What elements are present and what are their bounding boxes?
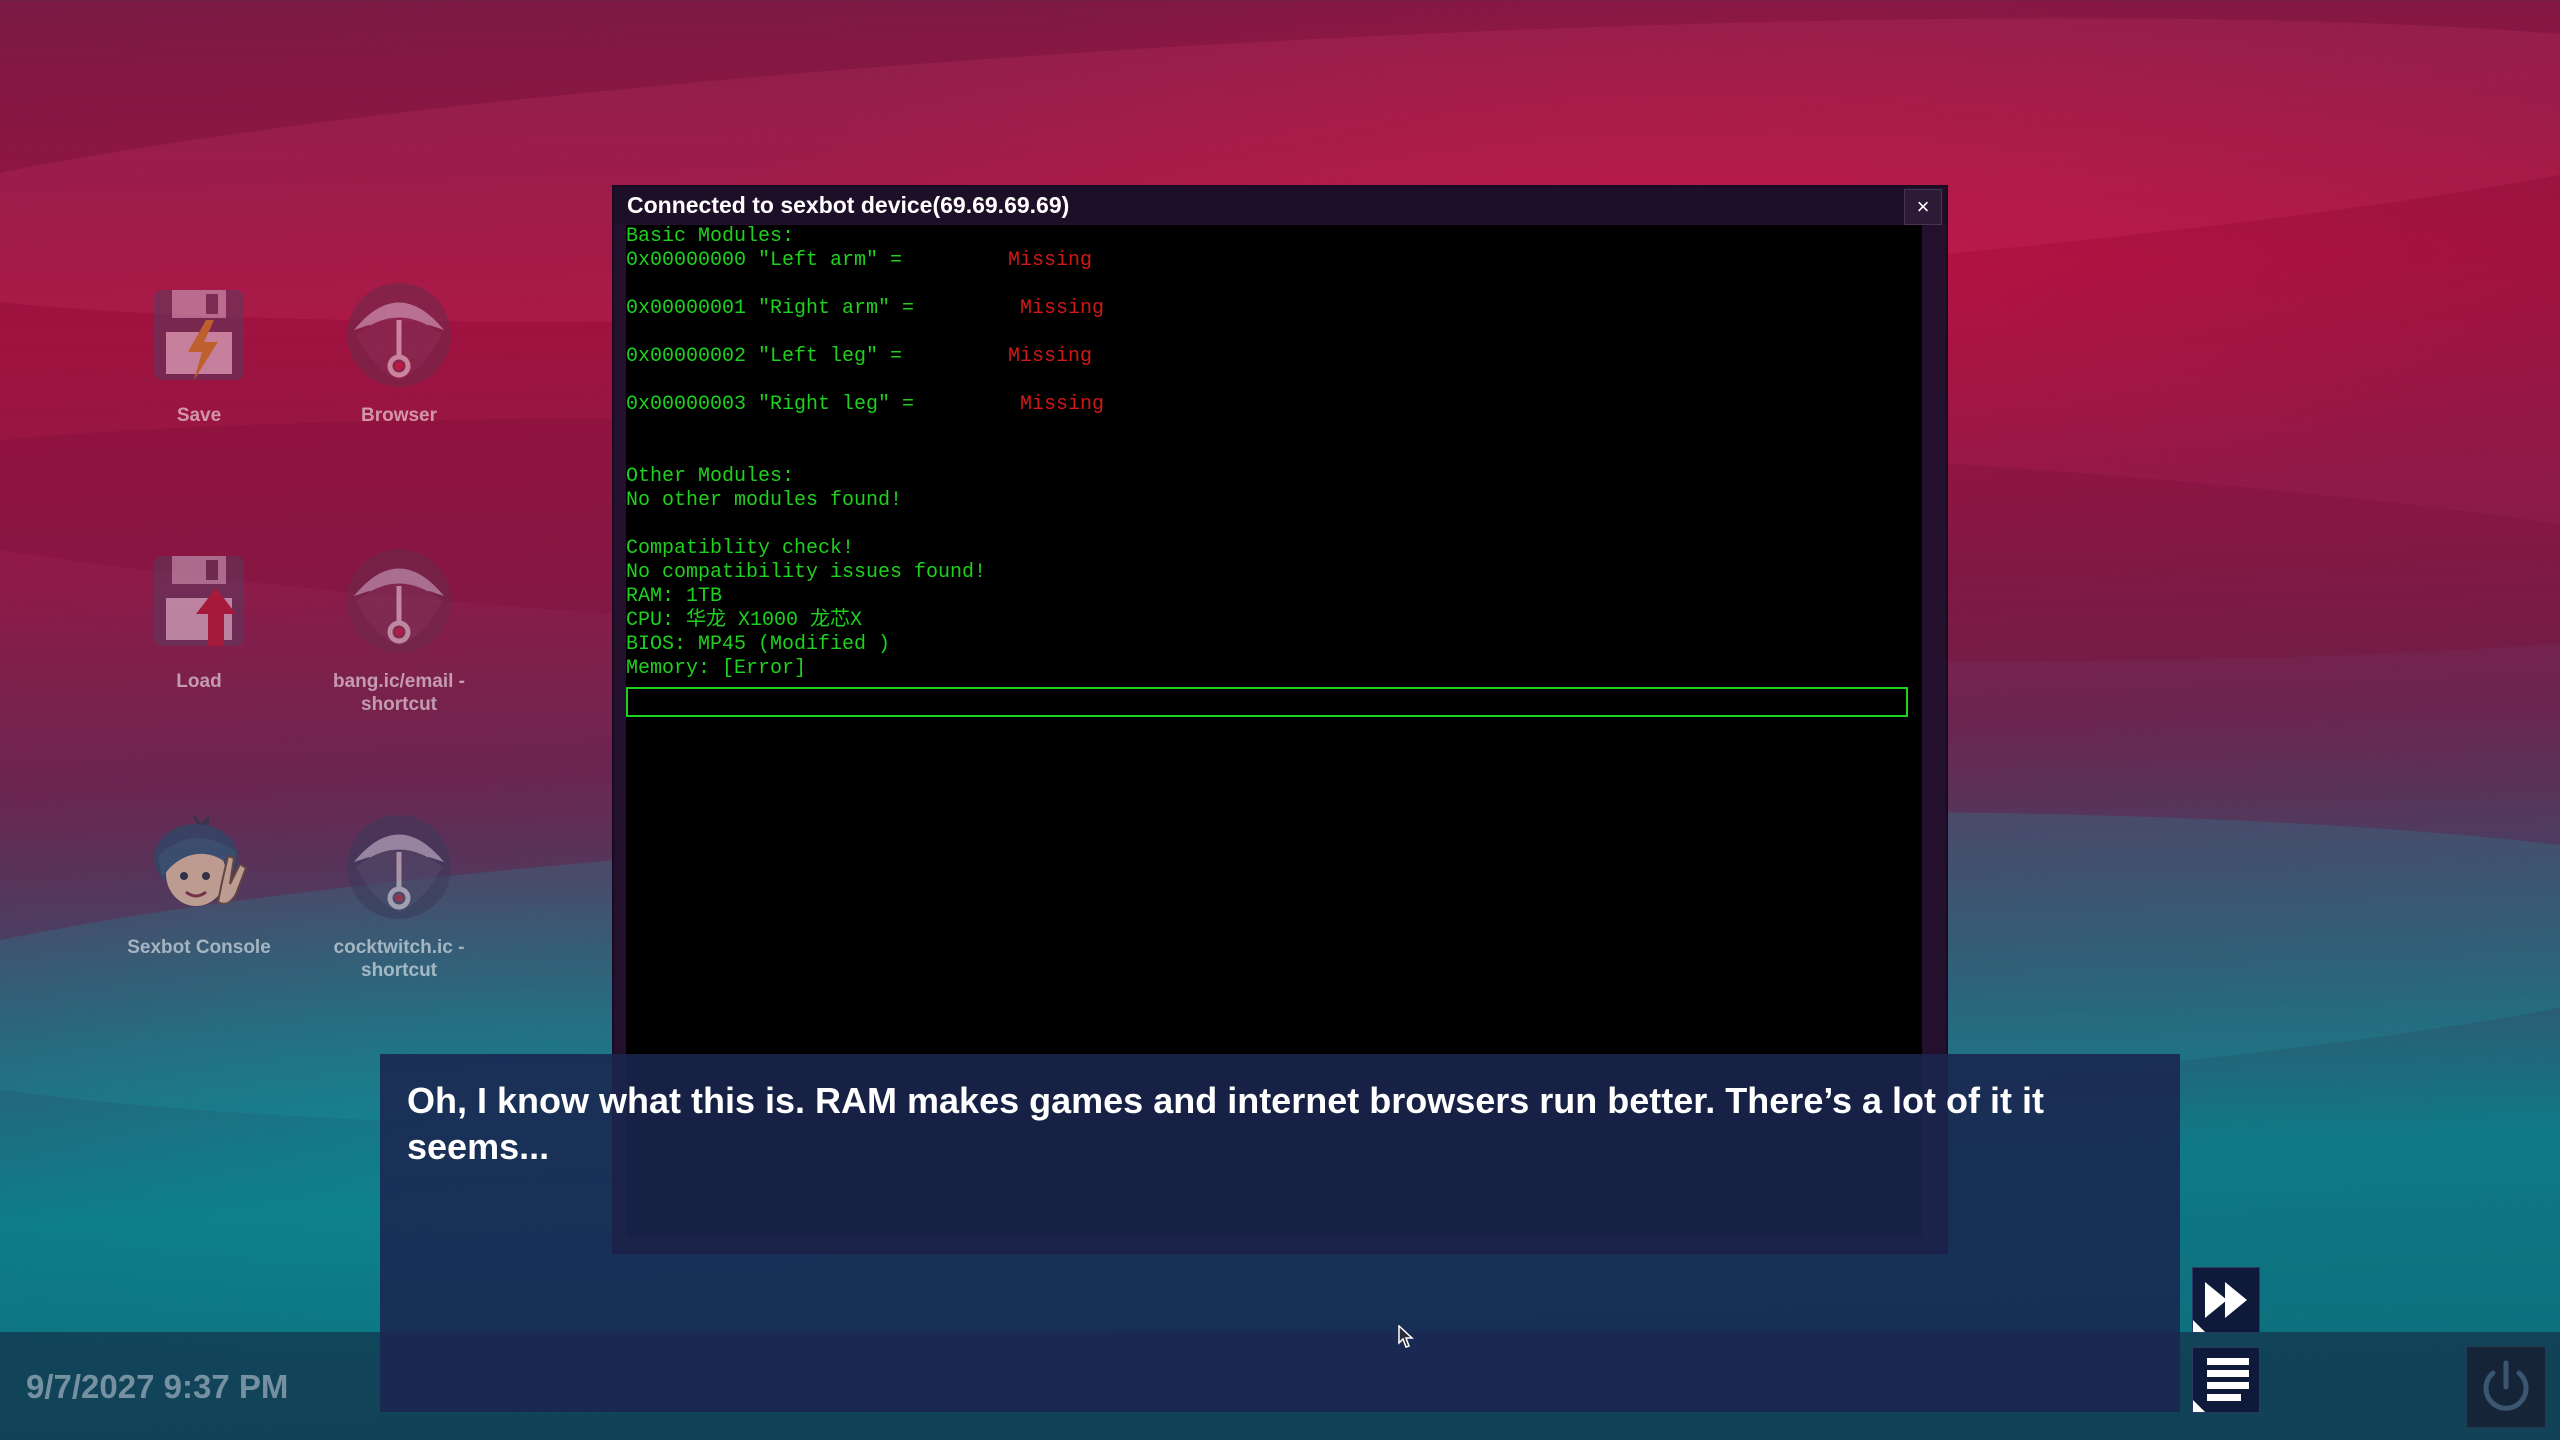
module-status-missing: Missing [1020,297,1105,320]
desktop-icon-label: Save [176,405,222,426]
floppy-disk-arrow-up-icon [154,556,244,646]
taskbar-clock: 9/7/2027 9:37 PM [26,1368,289,1405]
module-status-missing: Missing [1020,393,1105,416]
terminal-line-module: 0x00000001 "Right arm" = Missing [626,297,1922,321]
desktop-icon-sexbot-console[interactable]: Sexbot Console [104,812,294,959]
browser-umbrella-icon [347,283,451,387]
dialogue-box[interactable]: Oh, I know what this is. RAM makes games… [380,1054,2180,1412]
terminal-line: BIOS: MP45 (Modified ) [626,633,891,656]
menu-button[interactable] [2192,1347,2260,1413]
desktop-icon-label: bang.ic/email - shortcut [333,671,465,715]
terminal-line: No other modules found! [626,489,903,512]
console-titlebar[interactable]: Connected to sexbot device(69.69.69.69) … [614,187,1946,225]
power-icon [2483,1360,2529,1411]
browser-umbrella-icon [347,815,451,919]
desktop-icon-label: cocktwitch.ic - shortcut [333,937,465,981]
module-name: 0x00000000 "Left arm" = [626,249,903,272]
desktop-icon-label: Load [176,671,222,692]
terminal-line-module: 0x00000002 "Left leg" = Missing [626,345,1922,369]
mouse-cursor-icon [1398,1325,1414,1348]
dialogue-text: Oh, I know what this is. RAM makes games… [407,1080,2044,1167]
terminal-line: Other Modules: [626,465,795,488]
terminal-line: Memory: [Error] [626,657,807,680]
power-button[interactable] [2466,1346,2546,1428]
desktop-icon-save[interactable]: Save [104,280,294,427]
fast-forward-button[interactable] [2192,1267,2260,1333]
floppy-disk-lightning-icon [154,290,244,380]
close-button[interactable]: × [1904,189,1942,225]
module-name: 0x00000002 "Left leg" = [626,345,903,368]
module-name: 0x00000003 "Right leg" = [626,393,915,416]
terminal-line: No compatibility issues found! [626,561,987,584]
menu-lines-icon [2193,1358,2249,1412]
module-status-missing: Missing [1008,345,1093,368]
terminal-line: CPU: 华龙 X1000 龙芯X [626,609,863,632]
desktop-icon-label: Sexbot Console [127,937,271,958]
module-name: 0x00000001 "Right arm" = [626,297,915,320]
character-avatar-icon [154,813,248,906]
browser-umbrella-icon [347,549,451,653]
desktop-icon-browser[interactable]: Browser [304,280,494,427]
desktop-icon-label: Browser [360,405,438,426]
desktop-icon-cocktwitch-shortcut[interactable]: cocktwitch.ic - shortcut [304,812,494,982]
terminal-output: Basic Modules: 0x00000000 "Left arm" = Mi… [626,225,1922,681]
terminal-line: Basic Modules: [626,225,795,248]
desktop-icon-bang-email-shortcut[interactable]: bang.ic/email - shortcut [304,546,494,716]
terminal-line: Compatiblity check! [626,537,855,560]
module-status-missing: Missing [1008,249,1093,272]
terminal-input[interactable] [626,687,1908,717]
fast-forward-icon [2193,1282,2247,1332]
terminal-line: RAM: 1TB [626,585,723,608]
desktop-icon-load[interactable]: Load [104,546,294,693]
terminal-line-module: 0x00000003 "Right leg" = Missing [626,393,1922,417]
terminal-line-module: 0x00000000 "Left arm" = Missing [626,249,1922,273]
console-title: Connected to sexbot device(69.69.69.69) [627,192,1070,218]
